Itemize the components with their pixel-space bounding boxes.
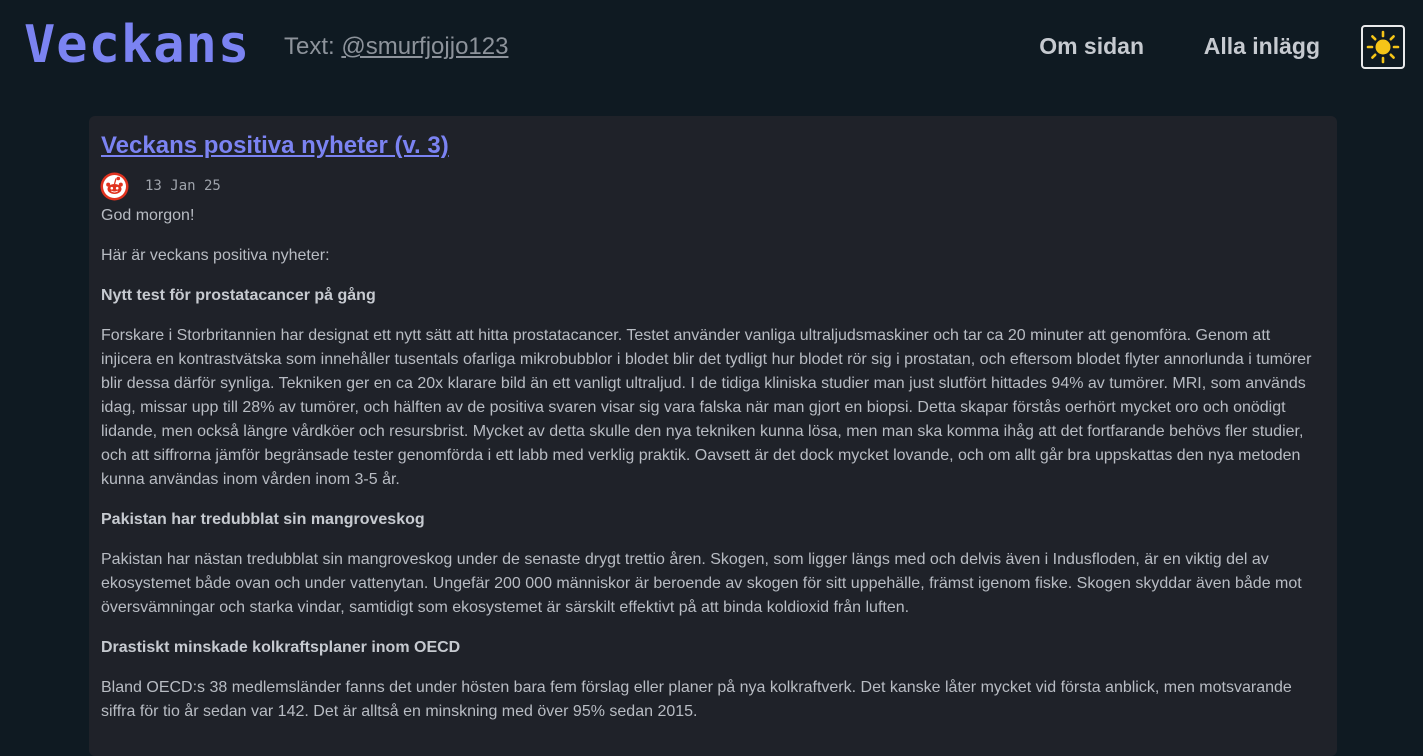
main-nav: Om sidan Alla inlägg — [1003, 25, 1423, 71]
theme-toggle-button[interactable] — [1361, 25, 1405, 69]
nav-all-posts-link[interactable]: Alla inlägg — [1204, 33, 1320, 60]
byline-prefix: Text: — [284, 33, 342, 60]
paragraph: Bland OECD:s 38 medlemsländer fanns det … — [101, 679, 1292, 720]
paragraph: Här är veckans positiva nyheter: — [101, 247, 330, 264]
site-logo[interactable]: Veckans — [24, 10, 250, 80]
post-title-link[interactable]: Veckans positiva nyheter (v. 3) — [101, 132, 449, 160]
post-date: 13 Jan 25 — [145, 178, 221, 194]
site-header: Veckans Text: @smurfjojjo123 Om sidan Al… — [0, 0, 1423, 96]
reddit-icon — [100, 172, 129, 201]
author-link[interactable]: @smurfjojjo123 — [341, 33, 508, 60]
post-card: Veckans positiva nyheter (v. 3) 13 Jan 2… — [89, 116, 1337, 756]
section-heading: Drastiskt minskade kolkraftsplaner inom … — [101, 639, 461, 656]
byline: Text: @smurfjojjo123 — [284, 32, 508, 62]
paragraph: God morgon! — [101, 207, 195, 224]
sun-icon — [1366, 30, 1400, 64]
paragraph: Forskare i Storbritannien har designat e… — [101, 327, 1312, 488]
paragraph: Pakistan har nästan tredubblat sin mangr… — [101, 551, 1302, 616]
nav-about-link[interactable]: Om sidan — [1039, 33, 1144, 60]
section-heading: Nytt test för prostatacancer på gång — [101, 287, 376, 304]
post-body: God morgon! Här är veckans positiva nyhet… — [101, 204, 1323, 740]
section-heading: Pakistan har tredubblat sin mangroveskog — [101, 511, 425, 528]
